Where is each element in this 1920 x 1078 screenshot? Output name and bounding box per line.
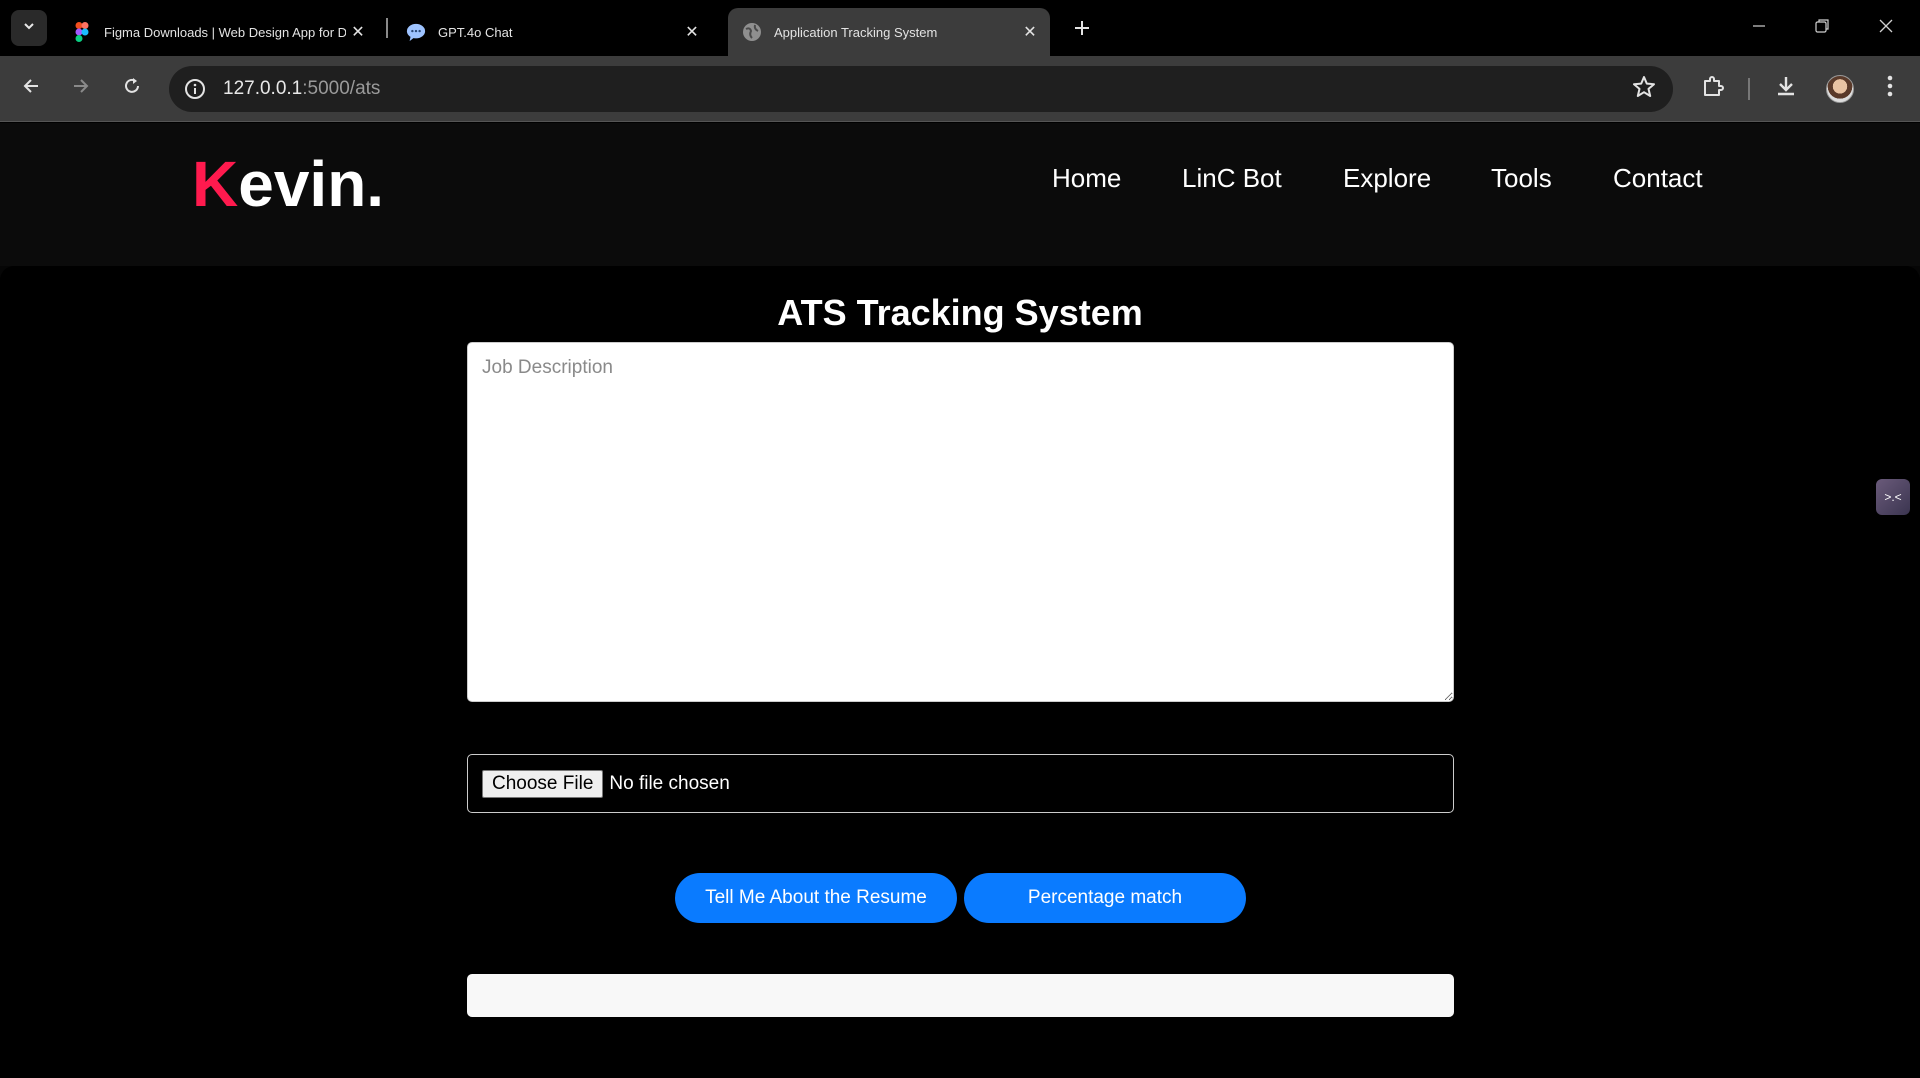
page: Kevin. Home LinC Bot Explore Tools Conta… — [0, 123, 1920, 1078]
nav-home[interactable]: Home — [1052, 163, 1121, 194]
close-icon[interactable]: ✕ — [346, 20, 370, 44]
site-header: Kevin. Home LinC Bot Explore Tools Conta… — [0, 123, 1920, 266]
figma-icon — [72, 22, 92, 42]
choose-file-button[interactable]: Choose File — [482, 769, 604, 798]
tab-divider — [386, 18, 388, 38]
close-icon[interactable]: ✕ — [680, 20, 704, 44]
nav-tools[interactable]: Tools — [1491, 163, 1552, 194]
url-text[interactable]: 127.0.0.1:5000/ats — [223, 78, 380, 100]
page-title: ATS Tracking System — [777, 292, 1143, 333]
forward-button[interactable] — [63, 70, 99, 106]
more-vert-icon — [1887, 75, 1893, 102]
globe-icon — [742, 22, 762, 42]
percentage-match-button[interactable]: Percentage match — [964, 873, 1246, 923]
arrow-left-icon — [21, 76, 41, 101]
minimize-button[interactable] — [1741, 10, 1777, 46]
download-icon — [1774, 74, 1798, 103]
widget-face-icon: >.< — [1884, 490, 1902, 504]
new-tab-button[interactable] — [1066, 14, 1098, 46]
close-icon[interactable]: ✕ — [1018, 20, 1042, 44]
reload-icon — [122, 76, 142, 101]
browser-tab-bar: Figma Downloads | Web Design App for D ✕… — [0, 0, 1920, 56]
tab-figma[interactable]: Figma Downloads | Web Design App for D ✕ — [58, 8, 378, 56]
url-path: :5000/ats — [302, 78, 381, 99]
tab-title: Figma Downloads | Web Design App for D — [104, 24, 346, 40]
side-widget-button[interactable]: >.< — [1876, 479, 1910, 515]
chevron-down-icon — [22, 19, 36, 38]
url-host: 127.0.0.1 — [223, 78, 303, 99]
tab-title: GPT.4o Chat — [438, 24, 513, 40]
reload-button[interactable] — [114, 70, 150, 106]
back-button[interactable] — [13, 70, 49, 106]
result-output — [467, 974, 1454, 1017]
extensions-button[interactable] — [1695, 70, 1731, 106]
nav-contact[interactable]: Contact — [1613, 163, 1703, 194]
arrow-right-icon — [71, 76, 91, 101]
tab-gpt-chat[interactable]: GPT.4o Chat ✕ — [392, 8, 712, 56]
resume-file-input[interactable]: Choose File No file chosen — [467, 754, 1454, 813]
bookmark-star-icon[interactable] — [1631, 74, 1657, 105]
browser-toolbar: 127.0.0.1:5000/ats — [0, 56, 1920, 122]
downloads-button[interactable] — [1768, 70, 1804, 106]
logo-text: evin. — [238, 148, 385, 220]
ats-section: ATS Tracking System Choose File No file … — [0, 266, 1920, 1078]
plus-icon — [1073, 16, 1091, 44]
job-description-input[interactable] — [467, 342, 1454, 702]
tab-search-button[interactable] — [11, 10, 47, 46]
menu-button[interactable] — [1872, 70, 1908, 106]
address-bar[interactable]: 127.0.0.1:5000/ats — [169, 66, 1673, 112]
site-logo[interactable]: Kevin. — [192, 147, 384, 221]
tab-title: Application Tracking System — [774, 24, 938, 40]
nav-explore[interactable]: Explore — [1343, 163, 1431, 194]
toolbar-divider — [1748, 78, 1750, 100]
profile-avatar[interactable] — [1826, 75, 1854, 103]
tab-ats[interactable]: Application Tracking System ✕ — [728, 8, 1050, 56]
restore-icon — [1815, 18, 1829, 38]
logo-accent-letter: K — [192, 148, 239, 220]
file-status: No file chosen — [609, 772, 730, 794]
minimize-icon — [1752, 19, 1766, 38]
restore-button[interactable] — [1804, 10, 1840, 46]
chat-bubble-icon — [406, 22, 426, 42]
info-icon[interactable] — [179, 73, 211, 105]
nav-linc-bot[interactable]: LinC Bot — [1182, 163, 1282, 194]
puzzle-icon — [1701, 74, 1725, 103]
close-icon — [1879, 19, 1893, 38]
tell-about-resume-button[interactable]: Tell Me About the Resume — [675, 873, 957, 923]
close-window-button[interactable] — [1868, 10, 1904, 46]
